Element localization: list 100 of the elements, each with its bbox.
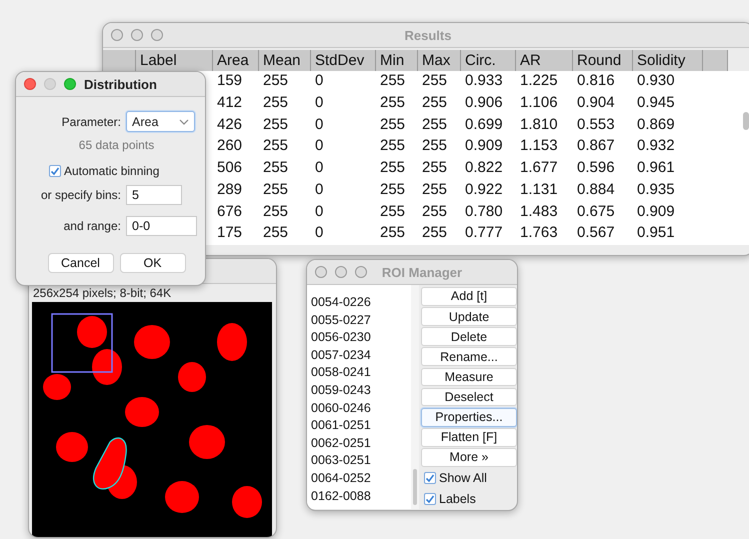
table-cell-text: 260	[216, 136, 244, 156]
table-cell-text: 0.961	[636, 158, 676, 178]
table-cell-text: 255	[421, 114, 448, 134]
table-cell-text: 1.483	[519, 202, 559, 222]
table-cell-text: 1.106	[519, 92, 559, 113]
checkbox[interactable]	[424, 493, 436, 506]
window-title: Distribution	[84, 76, 157, 92]
list-item[interactable]: 0055-0227	[311, 312, 411, 330]
table-cell-text: 255	[379, 158, 406, 178]
column-header[interactable]: Solidity	[633, 50, 703, 71]
table-cell-text: 0.906	[464, 92, 504, 113]
close-button[interactable]	[24, 78, 36, 90]
table-cell-text: 0	[314, 202, 324, 222]
column-header[interactable]: AR	[516, 50, 573, 71]
table-cell-text: 0.567	[576, 223, 616, 244]
table-cell-text: 1.810	[519, 114, 559, 134]
column-header[interactable]: Circ.	[461, 50, 516, 71]
list-item[interactable]: 0054-0226	[311, 294, 411, 312]
table-cell-text: 0.933	[464, 71, 504, 91]
zoom-button[interactable]	[151, 29, 163, 41]
action-button[interactable]: Deselect	[421, 388, 517, 406]
action-button[interactable]: Update	[421, 307, 517, 326]
list-item[interactable]: 0063-0251	[311, 452, 411, 470]
table-cell-text: 0.675	[576, 202, 616, 222]
table-cell-text: 255	[262, 71, 290, 91]
table-cell-text: 1.677	[519, 158, 559, 178]
table-cell-text: 255	[379, 114, 406, 134]
table-cell-text: 0.884	[576, 180, 616, 200]
table-cell-text: 1.225	[519, 71, 559, 91]
table-cell-text: 0	[314, 71, 324, 91]
ok-button[interactable]: OK	[120, 253, 186, 273]
column-header[interactable]: Round	[573, 50, 633, 71]
image-info-text: 256x254 pixels; 8-bit; 64K	[32, 285, 172, 300]
action-button[interactable]: Rename...	[421, 347, 517, 366]
title-bar[interactable]: Distribution	[16, 72, 205, 97]
zoom-button[interactable]	[64, 78, 76, 90]
table-cell-text: 426	[216, 114, 244, 134]
scrollbar-thumb[interactable]	[413, 469, 417, 505]
list-item[interactable]: 0059-0243	[311, 382, 411, 400]
bins-field[interactable]: 5	[126, 185, 182, 205]
checkbox[interactable]	[424, 472, 436, 484]
table-cell-text: 0	[314, 158, 324, 178]
data-points-text: 65 data points	[78, 138, 156, 152]
list-item[interactable]: 0162-0088	[311, 488, 411, 506]
table-cell-text: 0.951	[636, 223, 676, 244]
table-cell-text: 255	[262, 223, 290, 244]
list-item[interactable]: 0056-0230	[311, 329, 411, 347]
minimize-button[interactable]	[131, 29, 143, 41]
table-cell-text: 0.909	[636, 202, 676, 222]
zoom-button[interactable]	[355, 266, 367, 278]
table-cell-text: 0	[314, 136, 324, 156]
table-cell-text: 0.867	[576, 136, 616, 156]
range-field[interactable]: 0-0	[126, 216, 197, 236]
table-cell-text: 255	[421, 223, 448, 244]
table-cell-text: 0.777	[464, 223, 504, 244]
table-cell-text: 1.763	[519, 223, 559, 244]
table-cell-text: 676	[216, 202, 244, 222]
action-button[interactable]: More »	[421, 448, 517, 467]
table-cell-text: 255	[421, 71, 448, 91]
list-item[interactable]: 0062-0251	[311, 434, 411, 452]
table-cell-text: 0	[314, 180, 324, 200]
table-cell-text: 255	[262, 202, 290, 222]
table-cell-text: 0	[314, 114, 324, 134]
action-button[interactable]: Measure	[421, 368, 517, 386]
column-header[interactable]: Area	[213, 50, 259, 71]
list-item[interactable]: 0057-0234	[311, 346, 411, 364]
action-button[interactable]: Properties...	[421, 408, 517, 427]
table-cell-text: 1.153	[519, 136, 559, 156]
minimize-button[interactable]	[335, 266, 347, 278]
cancel-button[interactable]: Cancel	[48, 253, 114, 273]
action-button[interactable]: Add [t]	[421, 287, 517, 306]
table-cell-text: 289	[216, 180, 244, 200]
checkbox-label: Labels	[439, 492, 476, 506]
table-cell-text: 0.816	[576, 71, 616, 91]
column-header	[103, 50, 136, 71]
column-header[interactable]: StdDev	[311, 50, 376, 71]
list-item[interactable]: 0058-0241	[311, 364, 411, 382]
column-header[interactable]: Mean	[259, 50, 311, 71]
action-button[interactable]: Flatten [F]	[421, 428, 517, 447]
field-label: or specify bins:	[40, 188, 122, 202]
table-cell-text: 255	[421, 92, 448, 113]
column-header[interactable]: Min	[376, 50, 418, 71]
minimize-button[interactable]	[44, 78, 56, 90]
table-cell-text: 0.930	[636, 71, 676, 91]
table-cell-text: 255	[421, 136, 448, 156]
list-item[interactable]: 0064-0252	[311, 470, 411, 488]
list-item[interactable]: 0060-0246	[311, 400, 411, 418]
column-header[interactable]: Label	[136, 50, 213, 71]
table-cell-text: 255	[262, 114, 290, 134]
close-button[interactable]	[315, 266, 327, 278]
list-item[interactable]: 0061-0251	[311, 417, 411, 435]
action-button[interactable]: Delete	[421, 327, 517, 346]
close-button[interactable]	[111, 29, 123, 41]
table-cell-text: 255	[262, 180, 290, 200]
table-cell-text: 506	[216, 158, 244, 178]
checkbox[interactable]	[49, 165, 61, 177]
scrollbar-thumb[interactable]	[743, 112, 749, 130]
column-header[interactable]: Max	[418, 50, 461, 71]
parameter-dropdown[interactable]: Area	[126, 111, 195, 132]
field-label: and range:	[62, 219, 122, 233]
